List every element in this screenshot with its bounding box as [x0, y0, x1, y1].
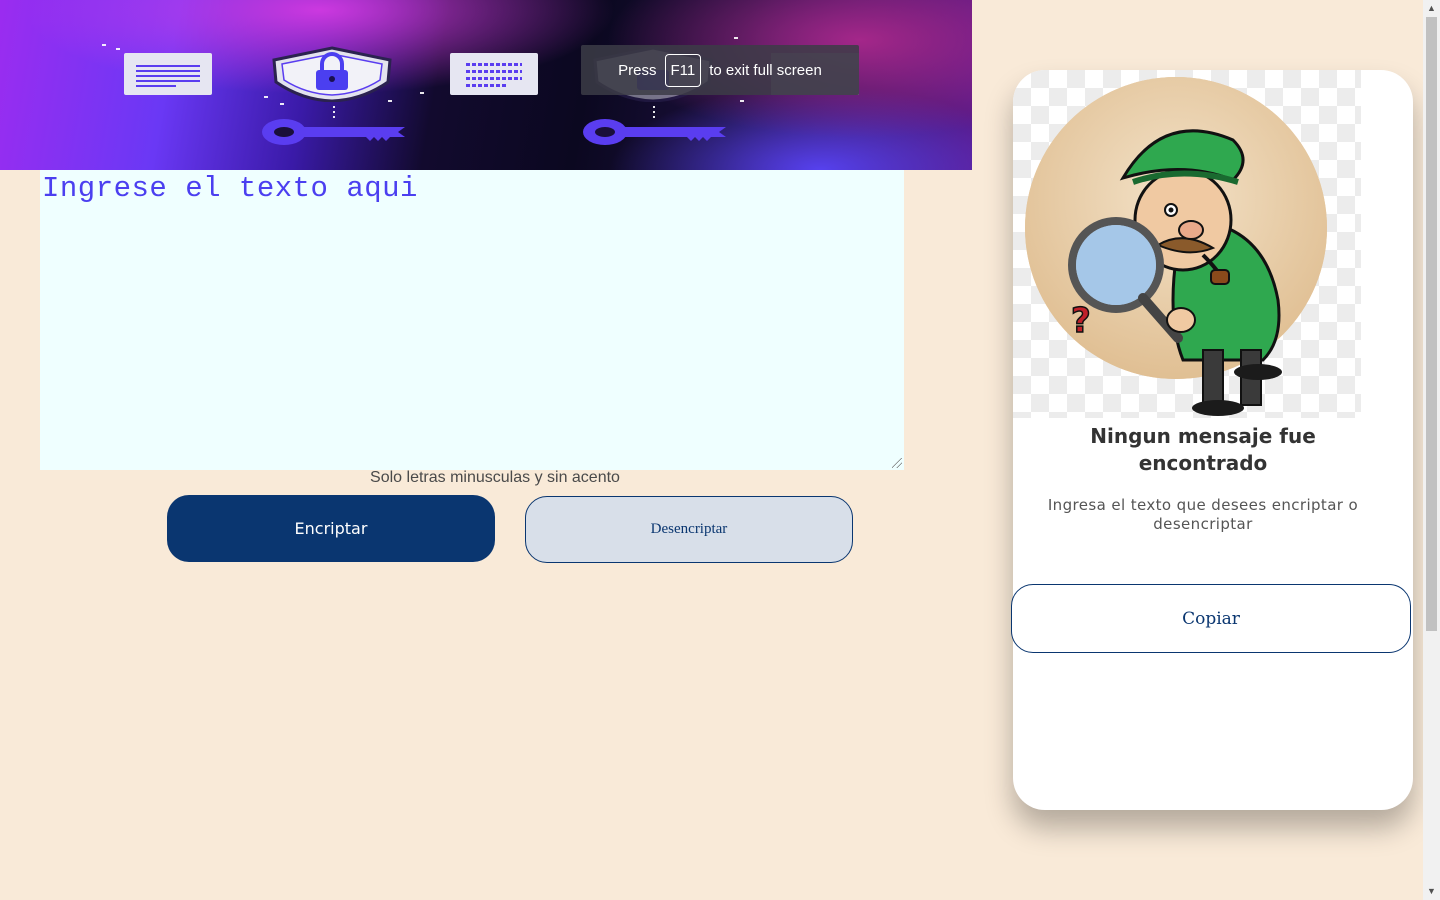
svg-text:?: ?: [1071, 301, 1091, 341]
toast-key: F11: [664, 53, 702, 87]
panel-subtitle: Ingresa el texto que desees encriptar o …: [1047, 496, 1359, 533]
resize-handle[interactable]: [892, 458, 902, 468]
scrollbar-thumb[interactable]: [1426, 17, 1437, 631]
plain-document-icon: [124, 53, 212, 95]
panel-title: Ningun mensaje fue encontrado: [1090, 424, 1316, 475]
toast-press-text: Press: [618, 61, 657, 79]
scroll-up-icon[interactable]: ▲: [1423, 0, 1440, 17]
page-scrollbar[interactable]: ▲ ▼: [1423, 0, 1440, 900]
shield-lock-icon: [272, 46, 392, 102]
key-icon: [262, 119, 405, 145]
detective-illustration: ?: [1013, 70, 1361, 418]
encrypt-button[interactable]: Encriptar: [167, 495, 495, 562]
toast-suffix-text: to exit full screen: [709, 61, 822, 79]
message-textarea[interactable]: Ingrese el texto aqui: [40, 170, 904, 470]
output-panel: ? Ningun mensaje fue encontrado Ingresa …: [1011, 70, 1413, 810]
textarea-placeholder: Ingrese el texto aqui: [42, 172, 418, 205]
decrypt-button[interactable]: Desencriptar: [525, 496, 853, 563]
input-hint: Solo letras minusculas y sin acento: [370, 469, 620, 486]
copy-button[interactable]: Copiar: [1011, 584, 1411, 653]
cipher-document-icon: [450, 53, 538, 95]
key-icon: [583, 119, 726, 145]
scroll-down-icon[interactable]: ▼: [1423, 883, 1440, 900]
fullscreen-exit-toast: Press F11 to exit full screen: [581, 45, 859, 95]
